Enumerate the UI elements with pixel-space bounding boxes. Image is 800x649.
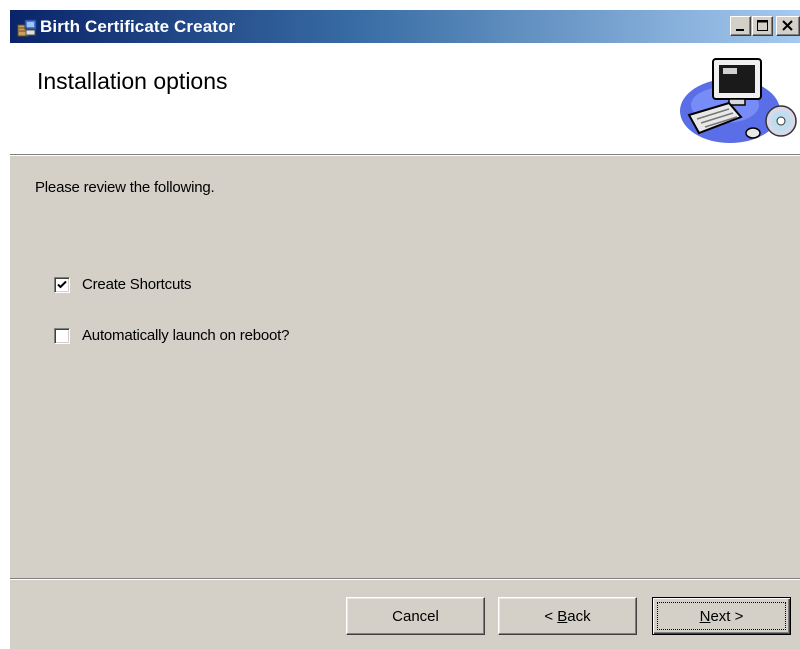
banner-divider-highlight — [10, 155, 800, 156]
header-banner: Installation options — [10, 43, 800, 154]
installer-app-icon — [16, 16, 38, 38]
installer-window: Birth Certificate Creator Installation o… — [10, 10, 800, 649]
window-title: Birth Certificate Creator — [40, 17, 236, 36]
cancel-button[interactable]: Cancel — [346, 597, 485, 635]
create-shortcuts-checkbox[interactable] — [54, 277, 70, 293]
create-shortcuts-label[interactable]: Create Shortcuts — [82, 275, 192, 295]
auto-launch-label[interactable]: Automatically launch on reboot? — [82, 326, 289, 346]
page-title: Installation options — [37, 68, 228, 94]
minimize-icon — [736, 29, 744, 31]
back-button-label: < Back — [544, 607, 591, 625]
minimize-button[interactable] — [730, 16, 751, 36]
option-create-shortcuts[interactable]: Create Shortcuts — [54, 275, 192, 295]
maximize-button[interactable] — [752, 16, 773, 36]
auto-launch-checkbox[interactable] — [54, 328, 70, 344]
cancel-button-label: Cancel — [392, 607, 439, 625]
focus-ring — [657, 602, 786, 630]
footer-divider-highlight — [10, 579, 800, 580]
title-bar[interactable]: Birth Certificate Creator — [10, 10, 800, 43]
option-auto-launch[interactable]: Automatically launch on reboot? — [54, 326, 289, 346]
next-button[interactable]: Next > — [652, 597, 791, 635]
maximize-icon — [757, 20, 768, 31]
close-button[interactable] — [776, 16, 800, 36]
back-button[interactable]: < Back — [498, 597, 637, 635]
review-prompt: Please review the following. — [35, 179, 215, 196]
computer-with-cd-icon — [675, 53, 800, 148]
close-icon — [782, 20, 793, 31]
checkmark-icon — [57, 280, 67, 289]
